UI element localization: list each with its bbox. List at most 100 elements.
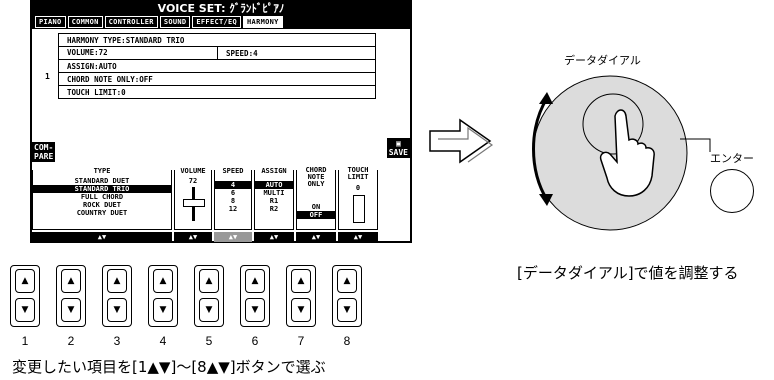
- speed-option[interactable]: 4: [215, 181, 251, 189]
- button-number: 3: [113, 334, 121, 348]
- type-option[interactable]: STANDARD DUET: [33, 177, 171, 185]
- enter-label: エンター: [710, 152, 754, 165]
- type-option[interactable]: ROCK DUET: [33, 201, 171, 209]
- button-3-up[interactable]: ▲: [107, 269, 127, 293]
- row-number: 1: [45, 72, 50, 81]
- compare-button[interactable]: COM- PARE: [32, 142, 56, 162]
- button-pair-5: ▲ ▼: [194, 265, 224, 327]
- button-number: 4: [159, 334, 167, 348]
- button-8-down[interactable]: ▼: [337, 298, 357, 322]
- tab-piano[interactable]: PIANO: [35, 16, 66, 28]
- type-column[interactable]: TYPE STANDARD DUET STANDARD TRIO FULL CHOR…: [32, 167, 172, 230]
- settings-row[interactable]: ASSIGN:AUTO: [59, 60, 375, 73]
- volume-cell: VOLUME:72: [59, 47, 218, 59]
- type-option[interactable]: FULL CHORD: [33, 193, 171, 201]
- button-3-down[interactable]: ▼: [107, 298, 127, 322]
- button-5-down[interactable]: ▼: [199, 298, 219, 322]
- down-arrow-icon: ▼: [102, 233, 107, 241]
- down-arrow-icon: ▼: [193, 233, 198, 241]
- touch-limit-value: 0: [355, 184, 361, 192]
- settings-row[interactable]: VOLUME:72 SPEED:4: [59, 47, 375, 60]
- tab-effect-eq[interactable]: EFFECT/EQ: [192, 16, 242, 28]
- type-option[interactable]: COUNTRY DUET: [33, 209, 171, 217]
- button-2-down[interactable]: ▼: [61, 298, 81, 322]
- button-number: 1: [21, 334, 29, 348]
- button-2-up[interactable]: ▲: [61, 269, 81, 293]
- touch-title: TOUCH LIMIT: [339, 167, 377, 181]
- tab-sound[interactable]: SOUND: [159, 16, 191, 28]
- volume-column[interactable]: VOLUME 72: [174, 167, 212, 230]
- button-7-down[interactable]: ▼: [291, 298, 311, 322]
- touch-arrows[interactable]: ▲▼: [338, 232, 378, 242]
- chord-option[interactable]: ON: [297, 203, 335, 211]
- settings-row[interactable]: CHORD NOTE ONLY:OFF: [59, 73, 375, 86]
- down-arrow-icon: ▼: [233, 233, 238, 241]
- assign-option[interactable]: R1: [255, 197, 293, 205]
- button-8-up[interactable]: ▲: [337, 269, 357, 293]
- assign-arrows[interactable]: ▲▼: [254, 232, 294, 242]
- save-button[interactable]: ▣ SAVE: [386, 138, 410, 158]
- volume-title: VOLUME: [175, 167, 211, 175]
- button-pair-1: ▲ ▼: [10, 265, 40, 327]
- assign-column[interactable]: ASSIGN AUTO MULTI R1 R2: [254, 167, 294, 230]
- assign-option[interactable]: R2: [255, 205, 293, 213]
- rotate-arrow-icon: [532, 92, 553, 206]
- chord-arrows[interactable]: ▲▼: [296, 232, 336, 242]
- button-6-up[interactable]: ▲: [245, 269, 265, 293]
- dial-caption: [データダイアル]で値を調整する: [517, 264, 739, 282]
- assign-option[interactable]: AUTO: [255, 181, 293, 189]
- disk-icon: ▣: [395, 139, 401, 148]
- button-pair-2: ▲ ▼: [56, 265, 86, 327]
- speed-option[interactable]: 12: [215, 205, 251, 213]
- tab-common[interactable]: COMMON: [67, 16, 103, 28]
- harmony-settings-table: 1 HARMONY TYPE:STANDARD TRIO VOLUME:72 S…: [45, 33, 376, 99]
- touch-title-2: LIMIT: [347, 173, 369, 181]
- button-number: 8: [343, 334, 351, 348]
- right-arrow-icon: [429, 118, 494, 164]
- enter-button[interactable]: [710, 169, 754, 213]
- lcd-title: VOICE SET: ｸﾞﾗﾝﾄﾞﾋﾟｱﾉ: [32, 2, 410, 15]
- button-7-up[interactable]: ▲: [291, 269, 311, 293]
- assign-cell: ASSIGN:AUTO: [67, 61, 117, 71]
- tab-harmony[interactable]: HARMONY: [243, 16, 283, 28]
- chord-title-3: ONLY: [307, 180, 325, 188]
- button-1-up[interactable]: ▲: [15, 269, 35, 293]
- touch-limit-column[interactable]: TOUCH LIMIT 0: [338, 167, 378, 230]
- speed-arrows[interactable]: ▲▼: [214, 232, 252, 242]
- button-4-down[interactable]: ▼: [153, 298, 173, 322]
- chord-option[interactable]: OFF: [297, 211, 335, 219]
- buttons-caption: 変更したい項目を[1▲▼]〜[8▲▼]ボタンで選ぶ: [12, 358, 326, 376]
- parameter-area: TYPE STANDARD DUET STANDARD TRIO FULL CHOR…: [32, 167, 410, 242]
- touch-slider-icon: [353, 195, 365, 223]
- down-arrow-icon: ▼: [316, 233, 321, 241]
- touch-limit-cell: TOUCH LIMIT:0: [67, 87, 126, 97]
- button-6-down[interactable]: ▼: [245, 298, 265, 322]
- button-5-up[interactable]: ▲: [199, 269, 219, 293]
- down-arrow-icon: ▼: [358, 233, 363, 241]
- chord-title: CHORD NOTE ONLY: [297, 167, 335, 188]
- speed-cell: SPEED:4: [226, 48, 258, 58]
- settings-row[interactable]: HARMONY TYPE:STANDARD TRIO: [59, 34, 375, 47]
- type-arrows[interactable]: ▲▼: [32, 232, 172, 242]
- assign-title: ASSIGN: [255, 167, 293, 175]
- speed-column[interactable]: SPEED 4 6 8 12: [214, 167, 252, 230]
- speed-option[interactable]: 6: [215, 189, 251, 197]
- button-1-down[interactable]: ▼: [15, 298, 35, 322]
- button-4-up[interactable]: ▲: [153, 269, 173, 293]
- lcd-screen: VOICE SET: ｸﾞﾗﾝﾄﾞﾋﾟｱﾉ PIANO COMMON CONTROL…: [30, 0, 412, 243]
- type-title: TYPE: [33, 167, 171, 175]
- speed-title: SPEED: [215, 167, 251, 175]
- button-pair-4: ▲ ▼: [148, 265, 178, 327]
- chord-note-only-column[interactable]: CHORD NOTE ONLY ON OFF: [296, 167, 336, 230]
- dial-label: データダイアル: [564, 54, 641, 67]
- type-option[interactable]: STANDARD TRIO: [33, 185, 171, 193]
- compare-label-2: PARE: [34, 152, 54, 161]
- button-pair-3: ▲ ▼: [102, 265, 132, 327]
- button-number: 2: [67, 334, 75, 348]
- volume-arrows[interactable]: ▲▼: [174, 232, 212, 242]
- tab-controller[interactable]: CONTROLLER: [104, 16, 158, 28]
- button-pair-7: ▲ ▼: [286, 265, 316, 327]
- assign-option[interactable]: MULTI: [255, 189, 293, 197]
- speed-option[interactable]: 8: [215, 197, 251, 205]
- settings-row[interactable]: TOUCH LIMIT:0: [59, 86, 375, 98]
